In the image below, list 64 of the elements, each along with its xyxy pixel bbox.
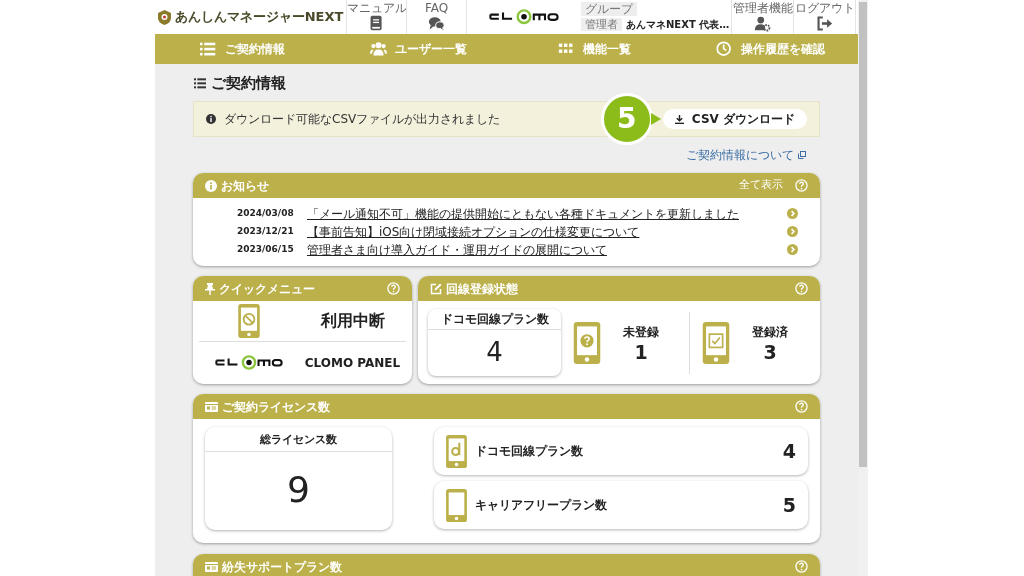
group-label: グループ <box>581 2 637 16</box>
plan-count: 4 <box>782 438 796 464</box>
id-card-icon <box>205 561 218 572</box>
phone-icon <box>446 488 467 522</box>
list-icon <box>193 77 207 89</box>
quick-menu-item[interactable]: CLOMO PANEL <box>199 342 406 383</box>
card-title: クイックメニュー <box>219 280 315 298</box>
help-icon <box>387 282 400 295</box>
about-link[interactable]: ご契約情報について <box>686 146 806 164</box>
news-date: 2024/03/08 <box>237 206 295 220</box>
clomo-logo <box>489 9 559 25</box>
news-link[interactable]: 管理者さま向け導入ガイド・運用ガイドの展開について <box>307 240 607 259</box>
phone-blocked-icon <box>238 304 260 338</box>
card-title: 回線登録状態 <box>446 280 518 298</box>
card-title: ご契約ライセンス数 <box>222 398 330 416</box>
edit-icon <box>430 282 442 295</box>
status-label: 未登録 <box>623 323 659 341</box>
status-label: 登録済 <box>752 323 788 341</box>
phone-question-icon <box>573 321 601 364</box>
admin-name: あんマネNEXT 代表… <box>626 18 730 32</box>
csv-download-button[interactable]: CSV ダウンロード <box>662 109 807 129</box>
help-icon <box>795 282 808 295</box>
panel-label: 総ライセンス数 <box>205 427 392 452</box>
external-link-icon <box>798 151 806 159</box>
pointer-icon <box>650 113 661 125</box>
id-card-icon <box>205 401 218 412</box>
phone-d-icon <box>446 434 467 468</box>
panel-value: 4 <box>485 336 504 369</box>
notice-message: ダウンロード可能なCSVファイルが出力されました <box>224 111 501 128</box>
card-title: お知らせ <box>221 177 269 195</box>
help-icon <box>795 400 808 413</box>
pin-icon <box>205 282 215 295</box>
status-count: 1 <box>634 340 648 363</box>
card-title: 紛失サポートプラン数 <box>222 558 342 576</box>
users-icon <box>370 40 388 58</box>
phone-check-icon <box>702 321 730 364</box>
user-gear-icon <box>754 15 771 32</box>
panel-value: 9 <box>286 468 311 512</box>
plan-label: キャリアフリープラン数 <box>475 497 608 514</box>
list-icon <box>200 40 218 58</box>
scrollbar[interactable] <box>858 0 868 576</box>
download-icon <box>674 114 684 124</box>
plan-count: 5 <box>782 492 796 518</box>
info-icon <box>206 114 216 124</box>
help-icon <box>795 560 808 573</box>
logout-icon <box>816 15 833 32</box>
plan-label: ドコモ回線プラン数 <box>475 443 584 460</box>
chevron-right-icon <box>787 244 798 255</box>
news-date: 2023/06/15 <box>237 242 295 256</box>
info-icon <box>205 179 217 192</box>
news-link[interactable]: 【事前告知】iOS向け閉域接続オプションの仕様変更について <box>307 222 640 241</box>
chevron-right-icon <box>787 208 798 219</box>
help-icon <box>795 179 808 192</box>
clomo-logo <box>215 355 283 370</box>
chevron-right-icon <box>787 226 798 237</box>
news-link[interactable]: 「メール通知不可」機能の提供開始にともない各種ドキュメントを更新しました <box>307 204 739 223</box>
panel-label: ドコモ回線プラン数 <box>428 309 561 330</box>
news-date: 2023/12/21 <box>237 224 295 238</box>
app-logo: あんしんマネージャーNEXT <box>174 8 344 27</box>
status-count: 3 <box>763 340 777 363</box>
quick-menu-item[interactable]: 利用中断 <box>199 301 406 342</box>
admin-label: 管理者 <box>581 18 622 31</box>
page-title: ご契約情報 <box>211 72 286 94</box>
clock-icon <box>715 40 733 58</box>
